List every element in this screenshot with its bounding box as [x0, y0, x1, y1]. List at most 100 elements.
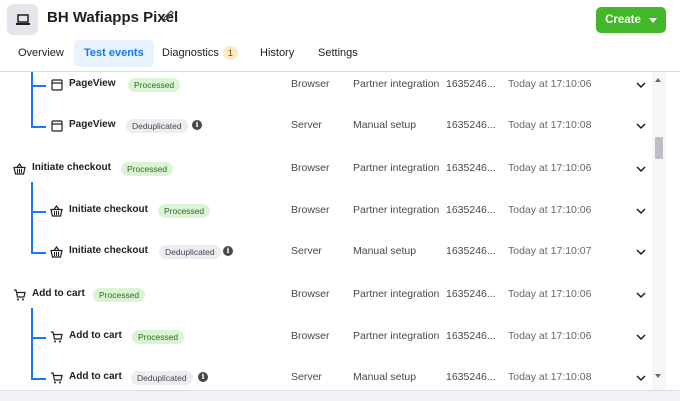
cart-icon: [50, 371, 63, 384]
event-row[interactable]: Initiate checkout Processed Browser Part…: [0, 159, 652, 179]
basket-icon: [50, 245, 63, 258]
page-icon: [50, 119, 63, 132]
event-row[interactable]: Add to cart Processed Browser Partner in…: [0, 285, 652, 305]
event-source: Browser: [291, 288, 330, 300]
event-time: Today at 17:10:06: [508, 78, 592, 90]
events-list: PageView Processed Browser Partner integ…: [0, 72, 652, 390]
chevron-down-icon[interactable]: [636, 206, 646, 218]
event-id: 1635246...: [446, 245, 496, 257]
event-time: Today at 17:10:06: [508, 204, 592, 216]
event-id: 1635246...: [446, 78, 496, 90]
event-setup: Partner integration: [353, 162, 440, 174]
event-row[interactable]: PageView Deduplicated i Server Manual se…: [0, 116, 652, 136]
event-name: Initiate checkout: [32, 162, 111, 173]
status-badge: Deduplicated: [131, 371, 193, 385]
pixel-title: BH Wafiapps Pixel: [47, 9, 179, 26]
info-icon[interactable]: i: [192, 120, 202, 130]
status-badge: Processed: [121, 162, 174, 176]
event-id: 1635246...: [446, 288, 496, 300]
event-source: Server: [291, 119, 322, 131]
event-row[interactable]: Add to cart Processed Browser Partner in…: [0, 327, 652, 347]
tab-label: History: [260, 47, 295, 59]
event-name: Initiate checkout: [69, 245, 148, 256]
pencil-icon[interactable]: [162, 9, 175, 27]
event-source: Browser: [291, 78, 330, 90]
event-setup: Partner integration: [353, 330, 440, 342]
chevron-down-icon[interactable]: [636, 290, 646, 302]
event-setup: Partner integration: [353, 78, 440, 90]
event-name: Add to cart: [69, 371, 122, 382]
tab-settings[interactable]: Settings: [308, 40, 368, 67]
event-source: Browser: [291, 162, 330, 174]
tab-label: Diagnostics: [162, 47, 219, 59]
status-badge: Processed: [128, 78, 181, 92]
status-badge: Processed: [93, 288, 146, 302]
create-label: Create: [605, 14, 641, 26]
event-setup: Manual setup: [353, 371, 417, 383]
scrollbar-thumb[interactable]: [655, 137, 663, 159]
event-name: PageView: [69, 78, 116, 89]
tab-overview[interactable]: Overview: [8, 40, 74, 67]
event-setup: Manual setup: [353, 245, 417, 257]
event-row[interactable]: Initiate checkout Processed Browser Part…: [0, 201, 652, 221]
basket-icon: [50, 204, 63, 217]
event-source: Browser: [291, 204, 330, 216]
tab-label: Settings: [318, 47, 358, 59]
event-time: Today at 17:10:06: [508, 288, 592, 300]
event-setup: Partner integration: [353, 204, 440, 216]
page-icon: [50, 78, 63, 91]
event-id: 1635246...: [446, 330, 496, 342]
event-name: PageView: [69, 119, 116, 130]
scroll-up-arrow-icon[interactable]: [655, 78, 661, 82]
basket-icon: [13, 162, 26, 175]
chevron-down-icon[interactable]: [636, 373, 646, 385]
bottom-bar: [0, 390, 680, 401]
event-time: Today at 17:10:07: [508, 245, 592, 257]
status-badge: Processed: [158, 204, 211, 218]
info-icon[interactable]: i: [223, 246, 233, 256]
scrollbar[interactable]: [652, 72, 666, 390]
event-id: 1635246...: [446, 119, 496, 131]
event-row[interactable]: Add to cart Deduplicated i Server Manual…: [0, 368, 652, 388]
event-id: 1635246...: [446, 162, 496, 174]
event-time: Today at 17:10:06: [508, 162, 592, 174]
event-time: Today at 17:10:08: [508, 371, 592, 383]
cart-icon: [13, 288, 26, 301]
event-name: Add to cart: [69, 330, 122, 341]
event-row[interactable]: Initiate checkout Deduplicated i Server …: [0, 242, 652, 262]
tab-label: Overview: [18, 47, 64, 59]
tab-history[interactable]: History: [250, 40, 304, 67]
event-row[interactable]: PageView Processed Browser Partner integ…: [0, 75, 652, 95]
tab-bar: Overview Test events Diagnostics 1 Histor…: [0, 40, 680, 68]
tab-label: Test events: [84, 47, 144, 59]
event-source: Browser: [291, 330, 330, 342]
event-name: Initiate checkout: [69, 204, 148, 215]
event-time: Today at 17:10:06: [508, 330, 592, 342]
status-badge: Deduplicated: [126, 119, 188, 133]
event-source: Server: [291, 245, 322, 257]
event-time: Today at 17:10:08: [508, 119, 592, 131]
cart-icon: [50, 330, 63, 343]
status-badge: Processed: [132, 330, 185, 344]
create-button[interactable]: Create: [596, 7, 666, 33]
event-setup: Manual setup: [353, 119, 417, 131]
chevron-down-icon[interactable]: [636, 247, 646, 259]
event-name: Add to cart: [32, 288, 85, 299]
chevron-down-icon[interactable]: [636, 80, 646, 92]
diagnostics-count-badge: 1: [222, 46, 238, 60]
info-icon[interactable]: i: [198, 372, 208, 382]
scroll-down-arrow-icon[interactable]: [655, 374, 661, 378]
page-header: BH Wafiapps Pixel Create Overview Test e…: [0, 0, 680, 72]
status-badge: Deduplicated: [159, 245, 221, 259]
caret-down-icon: [648, 17, 657, 23]
chevron-down-icon[interactable]: [636, 164, 646, 176]
chevron-down-icon[interactable]: [636, 121, 646, 133]
event-source: Server: [291, 371, 322, 383]
event-setup: Partner integration: [353, 288, 440, 300]
event-id: 1635246...: [446, 204, 496, 216]
laptop-icon: [7, 4, 38, 35]
chevron-down-icon[interactable]: [636, 332, 646, 344]
tab-diagnostics[interactable]: Diagnostics 1: [152, 40, 248, 67]
event-id: 1635246...: [446, 371, 496, 383]
tab-test-events[interactable]: Test events: [74, 40, 154, 67]
